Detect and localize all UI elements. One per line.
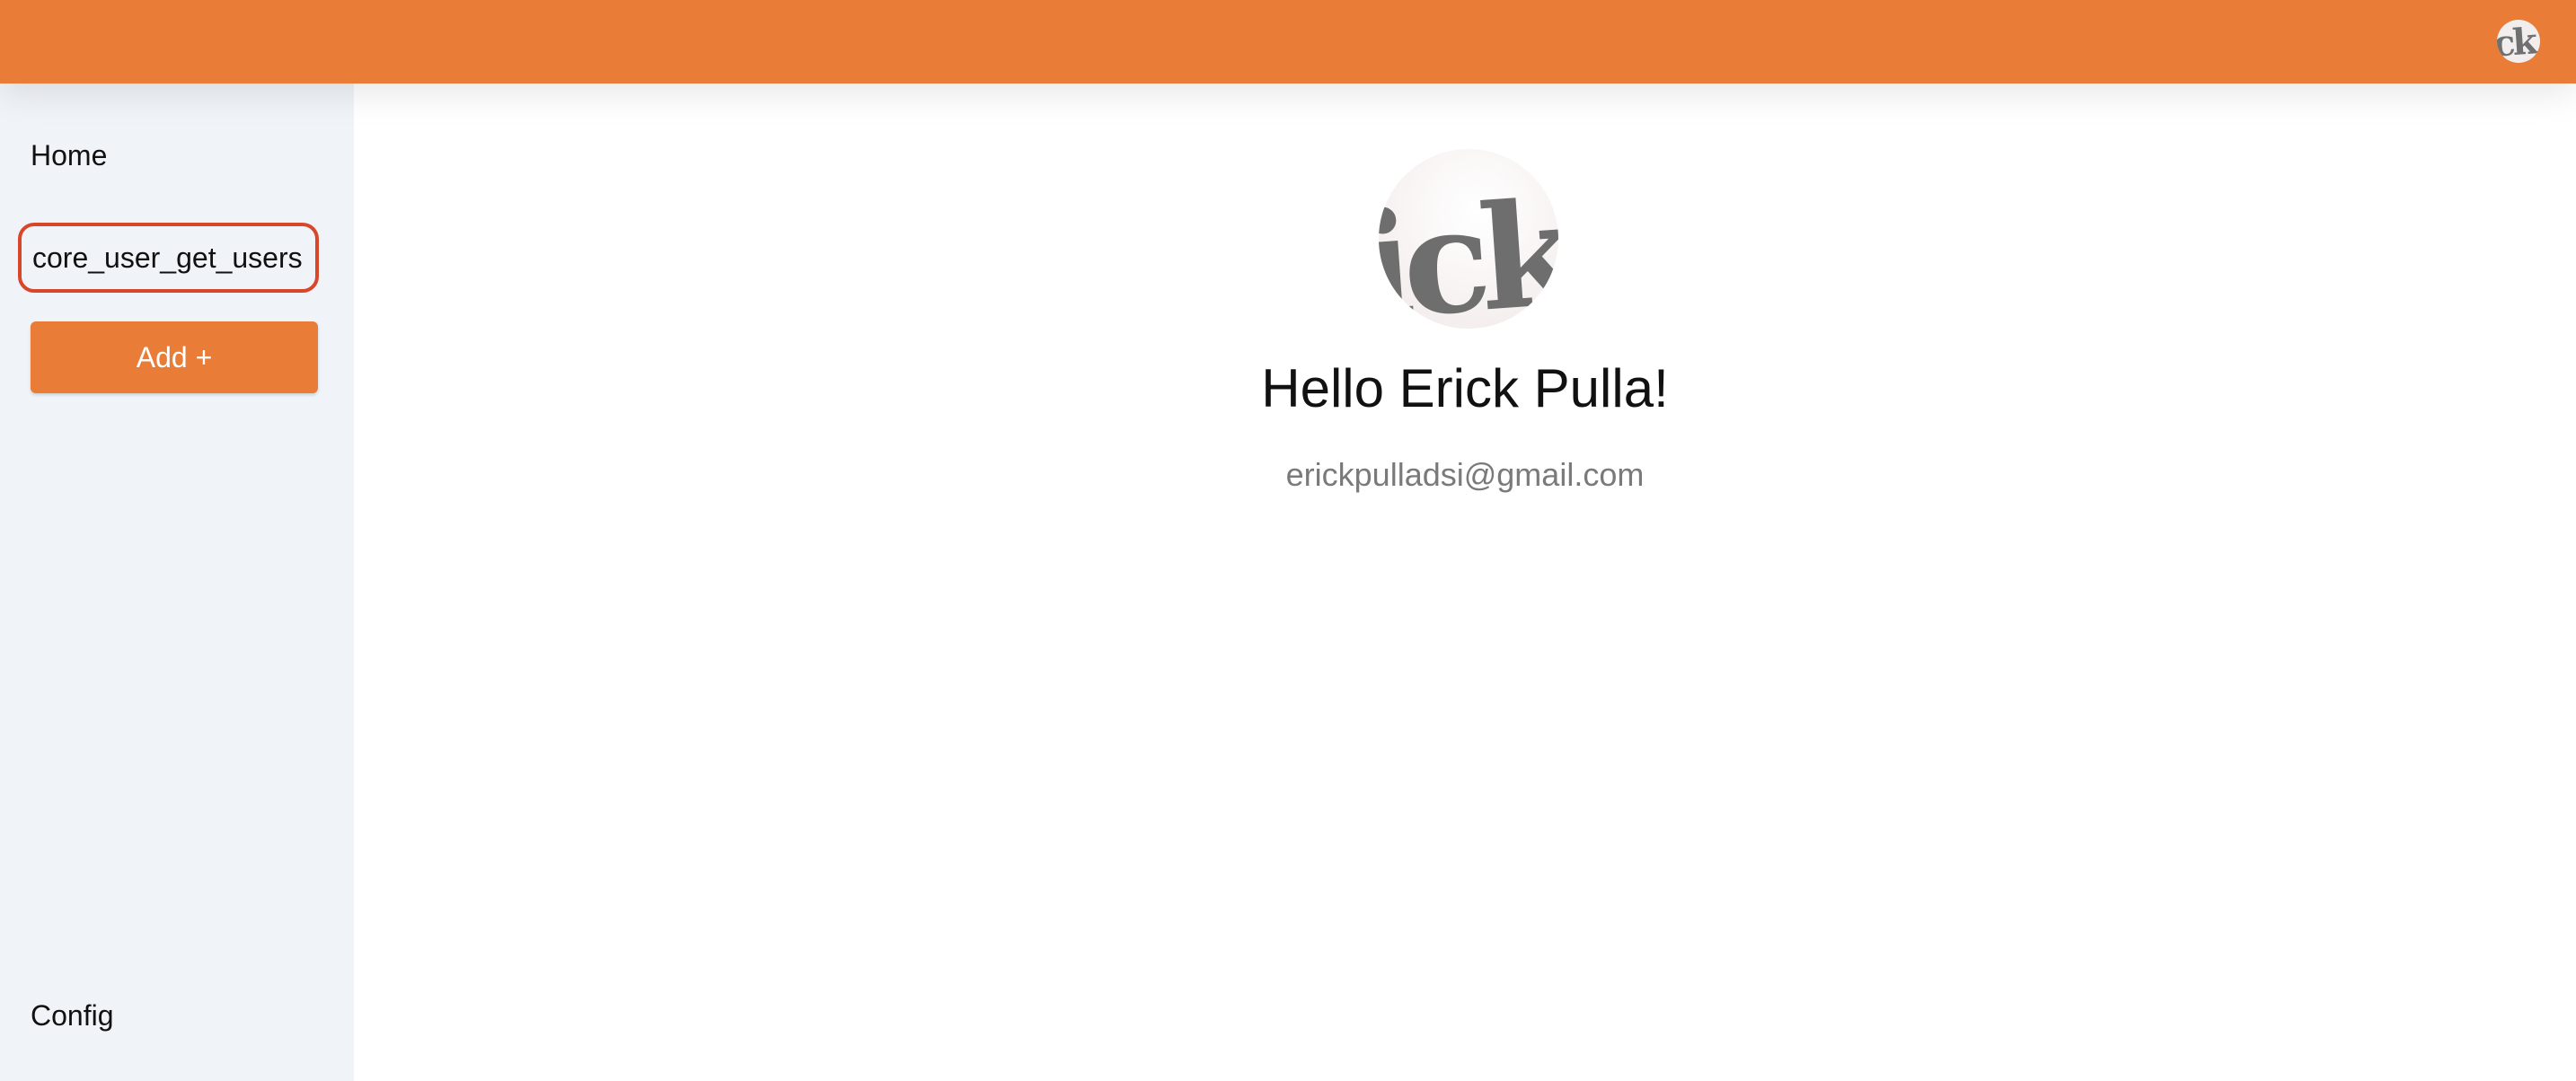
sidebar-item-core-user-get-users[interactable]: core_user_get_users [18, 223, 319, 293]
sidebar: Home core_user_get_users Add + Config [0, 83, 354, 1081]
sidebar-item-home[interactable]: Home [31, 139, 107, 172]
avatar-image: ck [2497, 20, 2536, 63]
user-avatar[interactable]: ck [2497, 20, 2540, 63]
add-button[interactable]: Add + [31, 321, 318, 393]
profile-avatar: ick [1379, 149, 1558, 329]
sidebar-item-config[interactable]: Config [31, 999, 114, 1033]
profile-avatar-image: ick [1379, 169, 1558, 329]
top-bar: ck [0, 0, 2576, 83]
greeting-heading: Hello Erick Pulla! [1261, 358, 1669, 418]
sidebar-item-label: core_user_get_users [32, 241, 303, 274]
user-email: erickpulladsi@gmail.com [1285, 456, 1645, 493]
main-content: ick Hello Erick Pulla! erickpulladsi@gma… [354, 83, 2576, 1081]
